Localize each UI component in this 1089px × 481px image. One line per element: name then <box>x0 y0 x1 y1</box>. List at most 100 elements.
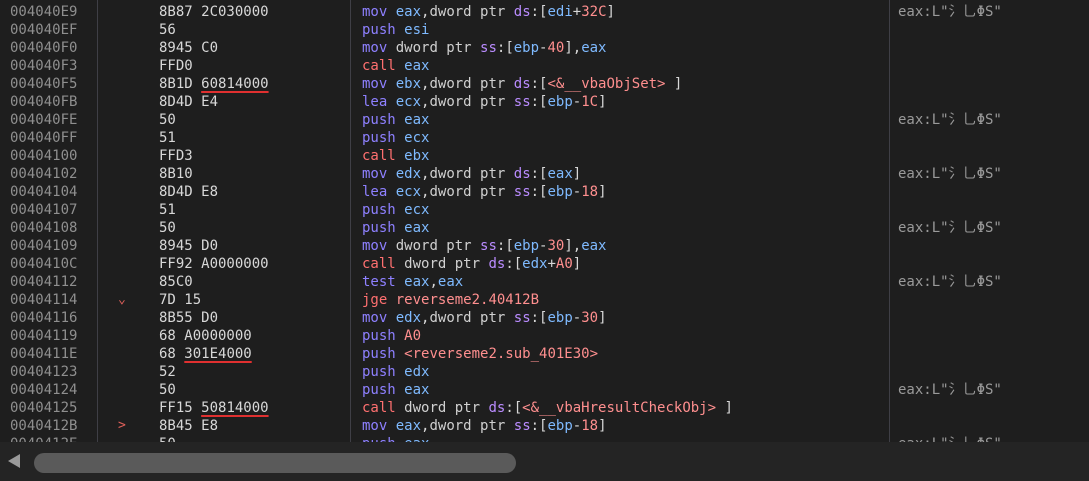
instruction-token: - <box>572 184 582 200</box>
instruction-token <box>387 40 395 56</box>
instruction-row[interactable]: 00404107 51 push ecx <box>0 201 1089 219</box>
instruction-token: edx <box>395 166 422 182</box>
scrollbar-thumb[interactable] <box>34 453 516 473</box>
instruction-token: edx <box>404 364 430 380</box>
instruction-row[interactable]: 00404123 52 push edx <box>0 363 1089 381</box>
comment-cell: eax:L"氵乚ΦS" <box>898 435 1002 442</box>
comment-cell: eax:L"氵乚ΦS" <box>898 382 1002 398</box>
instruction-token: dword ptr <box>395 40 472 56</box>
instruction-token: eax <box>404 274 430 290</box>
instruction-row[interactable]: 00404102 8B10 mov edx,dword ptr ds:[eax] ea… <box>0 165 1089 183</box>
instruction-token: ] <box>598 418 607 434</box>
instruction-row[interactable]: 00404109 8945 D0 mov dword ptr ss:[ebp-30]… <box>0 237 1089 255</box>
bytes-text: 8B1D <box>159 76 202 92</box>
instruction-token: ecx <box>404 202 430 218</box>
bytes-cell: 8D4D E8 <box>159 183 218 201</box>
bytes-text: 8B10 <box>159 166 193 182</box>
instruction-token: dword ptr <box>429 418 506 434</box>
jump-down-arrow-icon: ⌄ <box>118 292 126 307</box>
instruction-token <box>505 76 513 92</box>
address-cell: 004040E9 <box>10 4 78 20</box>
instruction-token: push <box>362 22 396 38</box>
instruction-token: ds <box>488 256 506 272</box>
instruction-row[interactable]: 00404124 50 push eax eax:L"氵乚ΦS" <box>0 381 1089 399</box>
instruction-token: ds <box>513 76 531 92</box>
instruction-cell: mov eax,dword ptr ds:[edi+32C] <box>362 3 615 21</box>
instruction-row[interactable]: 004040FB 8D4D E4 lea ecx,dword ptr ss:[ebp… <box>0 93 1089 111</box>
bytes-cell: 85C0 <box>159 273 193 291</box>
instruction-token: eax <box>404 220 430 236</box>
instruction-token <box>387 418 395 434</box>
address-cell: 0040412B <box>10 418 78 434</box>
instruction-row[interactable]: 00404119 68 A0000000 push A0 <box>0 327 1089 345</box>
scroll-left-arrow-icon[interactable] <box>8 454 20 468</box>
instruction-token: A0 <box>555 256 573 272</box>
bytes-cell: 8B1D 60814000 <box>159 75 269 93</box>
comment-cell: eax:L"氵乚ΦS" <box>898 220 1002 236</box>
bytes-cell: 51 <box>159 201 176 219</box>
instruction-row[interactable]: 0040412B >8B45 E8 mov eax,dword ptr ss:[eb… <box>0 417 1089 435</box>
instruction-token: ebp <box>513 40 540 56</box>
bytes-text: 51 <box>159 202 176 218</box>
bytes-cell: 50 <box>159 381 176 399</box>
instruction-token: ecx <box>395 184 422 200</box>
instruction-token <box>387 94 395 110</box>
address-cell: 00404102 <box>10 166 78 182</box>
bytes-cell: 68 A0000000 <box>159 327 252 345</box>
instruction-token: mov <box>362 418 388 434</box>
instruction-row[interactable]: 00404114 ⌄ 7D 15 jge reverseme2.40412B <box>0 291 1089 309</box>
instruction-token <box>472 238 480 254</box>
instruction-row[interactable]: 004040FF 51 push ecx <box>0 129 1089 147</box>
instruction-cell: test eax,eax <box>362 273 463 291</box>
comment-cell: eax:L"氵乚ΦS" <box>898 274 1002 290</box>
instruction-token: eax <box>437 274 464 290</box>
instruction-cell: mov edx,dword ptr ds:[eax] <box>362 165 581 183</box>
instruction-row[interactable]: 004040EF 56 push esi <box>0 21 1089 39</box>
instruction-token: ds <box>513 4 531 20</box>
instruction-token: eax <box>547 166 573 182</box>
instruction-row[interactable]: 0040412E 50 push eax eax:L"氵乚ΦS" <box>0 435 1089 442</box>
instruction-row[interactable]: 004040FE 50 push eax eax:L"氵乚ΦS" <box>0 111 1089 129</box>
bytes-cell: 7D 15 <box>159 291 201 309</box>
instruction-token: ss <box>513 94 531 110</box>
instruction-row[interactable]: 00404112 85C0 test eax,eax eax:L"氵乚ΦS" <box>0 273 1089 291</box>
instruction-row[interactable]: 0040410C FF92 A0000000 call dword ptr ds:[… <box>0 255 1089 273</box>
instruction-row[interactable]: 004040F5 8B1D 60814000 mov ebx,dword ptr d… <box>0 75 1089 93</box>
instruction-token: ds <box>513 166 531 182</box>
disassembly-view[interactable]: 004040E9 8B87 2C030000 mov eax,dword ptr d… <box>0 0 1089 442</box>
instruction-row[interactable]: 00404100 FFD3 call ebx <box>0 147 1089 165</box>
instruction-token: dword ptr <box>395 238 472 254</box>
instruction-row[interactable]: 00404108 50 push eax eax:L"氵乚ΦS" <box>0 219 1089 237</box>
instruction-token: :[ <box>496 238 514 254</box>
instruction-token: 40 <box>547 40 565 56</box>
instruction-cell: push <reverseme2.sub_401E30> <box>362 345 598 363</box>
instruction-token: esi <box>404 22 430 38</box>
instruction-row[interactable]: 00404116 8B55 D0 mov edx,dword ptr ss:[ebp… <box>0 309 1089 327</box>
bytes-cell: 52 <box>159 363 176 381</box>
instruction-token: eax <box>404 382 430 398</box>
instruction-row[interactable]: 004040E9 8B87 2C030000 mov eax,dword ptr d… <box>0 3 1089 21</box>
instruction-cell: mov dword ptr ss:[ebp-30],eax <box>362 237 607 255</box>
instruction-token: dword ptr <box>429 310 506 326</box>
instruction-token: call <box>362 400 396 416</box>
instruction-row[interactable]: 004040F3 FFD0 call eax <box>0 57 1089 75</box>
instruction-token: eax <box>581 40 607 56</box>
instruction-token: lea <box>362 184 388 200</box>
instruction-token: :[ <box>505 400 523 416</box>
instruction-row[interactable]: 0040411E 68 301E4000 push <reverseme2.sub_… <box>0 345 1089 363</box>
instruction-row[interactable]: 004040F0 8945 C0 mov dword ptr ss:[ebp-40]… <box>0 39 1089 57</box>
instruction-row[interactable]: 00404125 FF15 50814000 call dword ptr ds:[… <box>0 399 1089 417</box>
instruction-cell: push ecx <box>362 129 429 147</box>
instruction-token: dword ptr <box>404 400 481 416</box>
instruction-token: edx <box>395 310 422 326</box>
instruction-token: dword ptr <box>429 76 506 92</box>
bytes-cell: 8945 D0 <box>159 237 218 255</box>
instruction-token: ss <box>480 40 497 56</box>
horizontal-scrollbar[interactable] <box>0 442 1089 481</box>
instruction-token: ] <box>572 256 582 272</box>
address-cell: 0040411E <box>10 346 78 362</box>
instruction-row[interactable]: 00404104 8D4D E8 lea ecx,dword ptr ss:[ebp… <box>0 183 1089 201</box>
instruction-token <box>387 238 395 254</box>
address-cell: 004040FE <box>10 112 78 128</box>
bytes-cell: 8B55 D0 <box>159 309 218 327</box>
